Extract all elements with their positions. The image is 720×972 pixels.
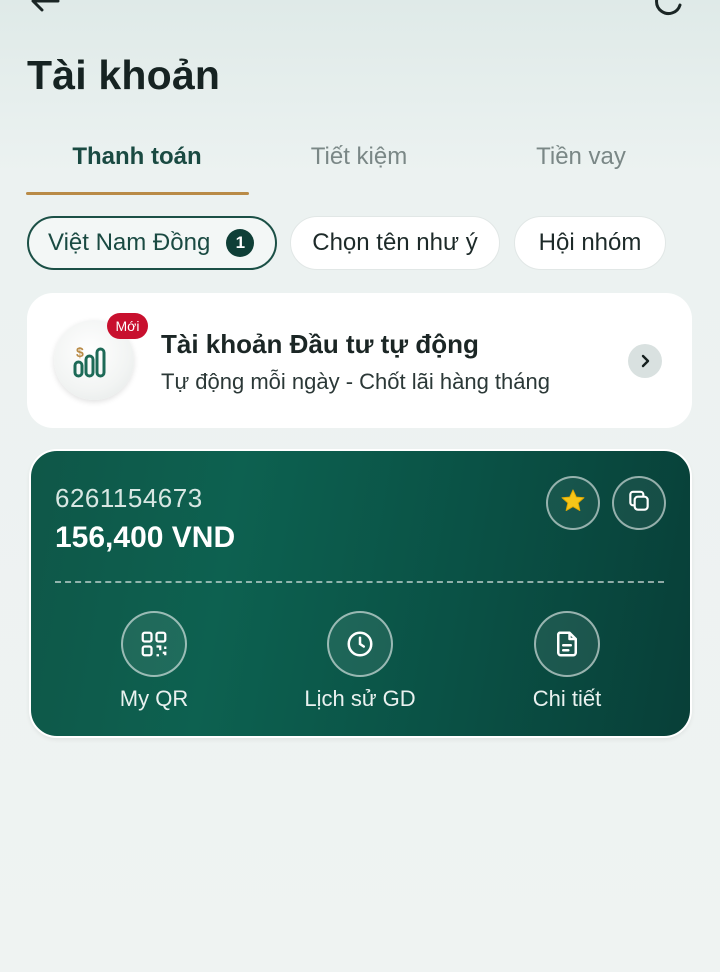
transaction-history-button[interactable]: Lịch sử GD: [290, 611, 430, 712]
chip-chon-ten-nhu-y[interactable]: Chọn tên như ý: [290, 216, 500, 270]
back-arrow-icon[interactable]: [28, 0, 62, 18]
account-type-tabs: Thanh toán Tiết kiệm Tiền vay: [26, 132, 694, 196]
copy-icon: [626, 488, 652, 519]
account-number: 6261154673: [55, 483, 203, 513]
promo-title: Tài khoản Đầu tư tự động: [161, 329, 479, 359]
tab-tiet-kiem[interactable]: Tiết kiệm: [248, 132, 470, 196]
svg-text:$: $: [76, 344, 84, 360]
dashed-divider: [55, 581, 664, 583]
chip-count-badge: 1: [226, 229, 255, 257]
chip-label: Việt Nam Đồng: [48, 229, 211, 256]
clock-icon: [327, 611, 393, 677]
account-card[interactable]: 6261154673 156,400 VND My QR Lịch sử GD …: [29, 449, 692, 738]
chip-label: Hội nhóm: [538, 229, 642, 256]
tab-thanh-toan[interactable]: Thanh toán: [26, 132, 248, 196]
qr-code-icon: [121, 611, 187, 677]
copy-button[interactable]: [612, 476, 666, 530]
action-label: Lịch sử GD: [304, 686, 416, 711]
tab-tien-vay[interactable]: Tiền vay: [470, 132, 692, 196]
star-icon: [559, 487, 587, 520]
chevron-right-icon[interactable]: [628, 344, 662, 378]
my-qr-button[interactable]: My QR: [84, 611, 224, 712]
active-tab-indicator: [26, 192, 249, 195]
account-balance: 156,400 VND: [55, 521, 236, 554]
promo-subtitle: Tự động mỗi ngày - Chốt lãi hàng tháng: [161, 369, 550, 394]
chip-label: Chọn tên như ý: [312, 229, 478, 256]
action-label: My QR: [119, 686, 189, 711]
favorite-button[interactable]: [546, 476, 600, 530]
chip-hoi-nhom[interactable]: Hội nhóm: [514, 216, 666, 270]
action-label: Chi tiết: [532, 686, 602, 711]
refresh-icon[interactable]: [652, 0, 686, 18]
document-icon: [534, 611, 600, 677]
page-title: Tài khoản: [27, 52, 221, 98]
accounts-screen: Tài khoản Thanh toán Tiết kiệm Tiền vay …: [0, 0, 720, 972]
auto-invest-promo-card[interactable]: $ Mới Tài khoản Đầu tư tự động Tự động m…: [27, 293, 692, 428]
account-details-button[interactable]: Chi tiết: [497, 611, 637, 712]
new-badge: Mới: [107, 313, 148, 339]
chip-viet-nam-dong[interactable]: Việt Nam Đồng 1: [27, 216, 277, 270]
